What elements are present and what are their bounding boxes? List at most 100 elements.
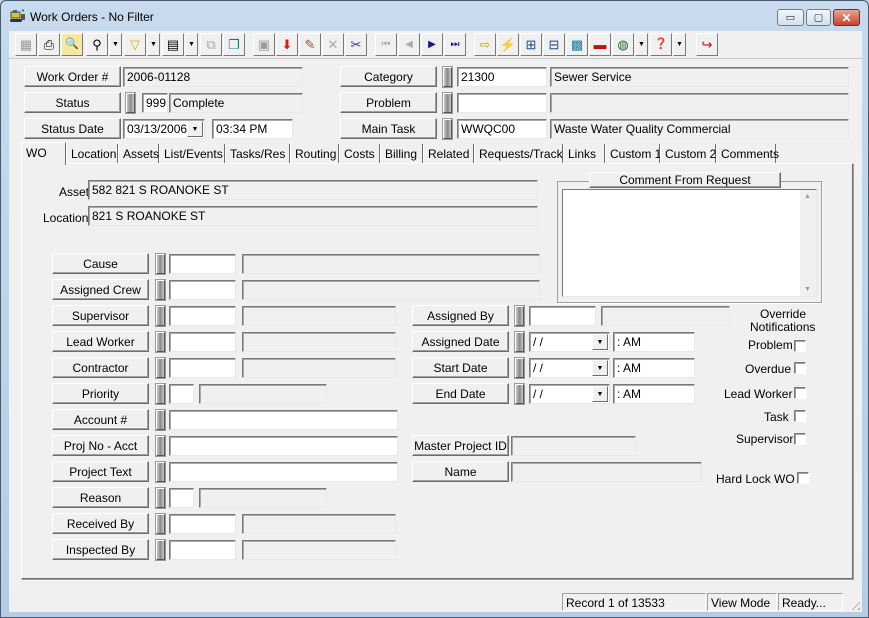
print-button[interactable]: ⎙ — [38, 33, 60, 56]
end-date-button[interactable]: End Date — [412, 383, 509, 404]
assigned-by-button[interactable]: Assigned By — [412, 305, 509, 326]
assigned-crew-lock-icon[interactable] — [156, 280, 165, 300]
previous-record-button[interactable]: ◀ — [398, 33, 420, 56]
resize-grip-icon[interactable] — [848, 598, 860, 610]
map-dropdown[interactable]: ▼ — [635, 33, 648, 56]
status-lock-icon[interactable] — [126, 93, 135, 113]
start-time-field[interactable]: : AM — [613, 358, 695, 378]
inspected-by-lock-icon[interactable] — [156, 540, 165, 560]
work-order-field[interactable]: 2006-01128 — [123, 67, 303, 87]
contractor-lock-icon[interactable] — [156, 358, 165, 378]
project-text-button[interactable]: Project Text — [52, 461, 149, 482]
notify-supervisor-checkbox[interactable] — [794, 433, 806, 445]
assigned-time-field[interactable]: : AM — [613, 332, 695, 352]
assigned-crew-description-field[interactable] — [242, 280, 540, 300]
report-dropdown[interactable]: ▼ — [185, 33, 198, 56]
problem-code-field[interactable] — [457, 93, 547, 113]
maximize-button[interactable]: ▢ — [806, 9, 831, 26]
priority-description-field[interactable] — [199, 384, 327, 404]
screen-button[interactable]: ▦ — [15, 33, 37, 56]
problem-button[interactable]: Problem — [340, 92, 437, 113]
flow-button[interactable]: ⊟ — [543, 33, 565, 56]
status-description-field[interactable]: Complete — [169, 93, 303, 113]
location-field[interactable]: 821 S ROANOKE ST — [88, 206, 538, 226]
close-button[interactable]: ✕ — [833, 9, 860, 26]
account-number-button[interactable]: Account # — [52, 409, 149, 430]
cause-lock-icon[interactable] — [156, 254, 165, 274]
assigned-crew-code-field[interactable] — [169, 280, 236, 300]
date-dropdown-button[interactable]: ▼ — [187, 121, 203, 137]
contractor-code-field[interactable] — [169, 358, 236, 378]
reason-description-field[interactable] — [199, 488, 327, 508]
tab-comments[interactable]: Comments — [716, 144, 779, 164]
assigned-by-lock-icon[interactable] — [515, 306, 524, 326]
tab-wo[interactable]: WO — [21, 142, 66, 165]
notify-overdue-checkbox[interactable] — [794, 362, 806, 374]
priority-code-field[interactable] — [169, 384, 194, 404]
received-by-code-field[interactable] — [169, 514, 236, 534]
priority-button[interactable]: Priority — [52, 383, 149, 404]
status-date-field[interactable]: 03/13/2006 ▼ — [123, 119, 205, 139]
account-number-lock-icon[interactable] — [156, 410, 165, 430]
notify-lead-worker-checkbox[interactable] — [794, 387, 806, 399]
received-by-description-field[interactable] — [242, 514, 396, 534]
lead-worker-code-field[interactable] — [169, 332, 236, 352]
toolbox-button[interactable]: ▬ — [589, 33, 611, 56]
start-date-dropdown[interactable]: ▼ — [592, 360, 608, 376]
supervisor-description-field[interactable] — [242, 306, 396, 326]
status-time-field[interactable]: 03:34 PM — [212, 119, 293, 139]
inspected-by-description-field[interactable] — [242, 540, 396, 560]
notify-problem-checkbox[interactable] — [794, 340, 806, 352]
end-date-lock-icon[interactable] — [515, 384, 524, 404]
cause-code-field[interactable] — [169, 254, 236, 274]
scroll-down-icon[interactable]: ▼ — [804, 286, 811, 293]
tab-requests-track[interactable]: Requests/Track — [474, 144, 563, 164]
status-date-button[interactable]: Status Date — [24, 118, 121, 139]
lead-worker-button[interactable]: Lead Worker — [52, 331, 149, 352]
category-lock-icon[interactable] — [443, 67, 452, 87]
comment-from-request-textarea[interactable]: ▲ ▼ — [562, 189, 817, 297]
assigned-date-button[interactable]: Assigned Date — [412, 331, 509, 352]
assigned-date-field[interactable]: / / ▼ — [529, 332, 610, 352]
title-bar[interactable]: Work Orders - No Filter ▭ ▢ ✕ — [1, 1, 868, 29]
supervisor-button[interactable]: Supervisor — [52, 305, 149, 326]
status-code-field[interactable]: 999 — [142, 93, 168, 113]
status-button[interactable]: Status — [24, 92, 121, 113]
cause-description-field[interactable] — [242, 254, 540, 274]
properties-button[interactable]: ⧉ — [200, 33, 222, 56]
asset-field[interactable]: 582 821 S ROANOKE ST — [88, 180, 538, 200]
assigned-date-dropdown[interactable]: ▼ — [592, 334, 608, 350]
main-task-button[interactable]: Main Task — [340, 118, 437, 139]
master-project-id-button[interactable]: Master Project ID — [412, 435, 509, 456]
quick-action-button[interactable]: ⚡ — [497, 33, 519, 56]
master-project-id-field[interactable] — [511, 436, 636, 456]
structure-button[interactable]: ⊞ — [520, 33, 542, 56]
tab-location[interactable]: Location — [66, 144, 118, 164]
problem-description-field[interactable] — [550, 93, 849, 113]
tab-routing[interactable]: Routing — [290, 144, 339, 164]
tab-list-events[interactable]: List/Events — [159, 144, 225, 164]
category-code-field[interactable]: 21300 — [457, 67, 547, 87]
scroll-up-icon[interactable]: ▲ — [804, 193, 811, 200]
start-date-field[interactable]: / / ▼ — [529, 358, 610, 378]
assigned-date-lock-icon[interactable] — [515, 332, 524, 352]
copy-record-button[interactable]: ❐ — [223, 33, 245, 56]
tab-links[interactable]: Links — [563, 144, 605, 164]
priority-lock-icon[interactable] — [156, 384, 165, 404]
proj-no-acct-field[interactable] — [169, 436, 398, 456]
name-field[interactable] — [511, 462, 702, 482]
supervisor-lock-icon[interactable] — [156, 306, 165, 326]
supervisor-code-field[interactable] — [169, 306, 236, 326]
assigned-crew-button[interactable]: Assigned Crew — [52, 279, 149, 300]
edit-button[interactable]: ✎ — [299, 33, 321, 56]
comment-from-request-button[interactable]: Comment From Request — [589, 172, 781, 188]
proj-no-acct-button[interactable]: Proj No - Acct — [52, 435, 149, 456]
contractor-button[interactable]: Contractor — [52, 357, 149, 378]
tab-custom-2[interactable]: Custom 2 — [660, 144, 716, 164]
work-order-button[interactable]: Work Order # — [24, 66, 121, 87]
delete-button[interactable]: ✕ — [322, 33, 344, 56]
project-text-lock-icon[interactable] — [156, 462, 165, 482]
help-button[interactable]: ❓ — [650, 33, 672, 56]
assigned-by-description-field[interactable] — [601, 306, 730, 326]
comment-scrollbar[interactable]: ▲ ▼ — [800, 190, 816, 296]
